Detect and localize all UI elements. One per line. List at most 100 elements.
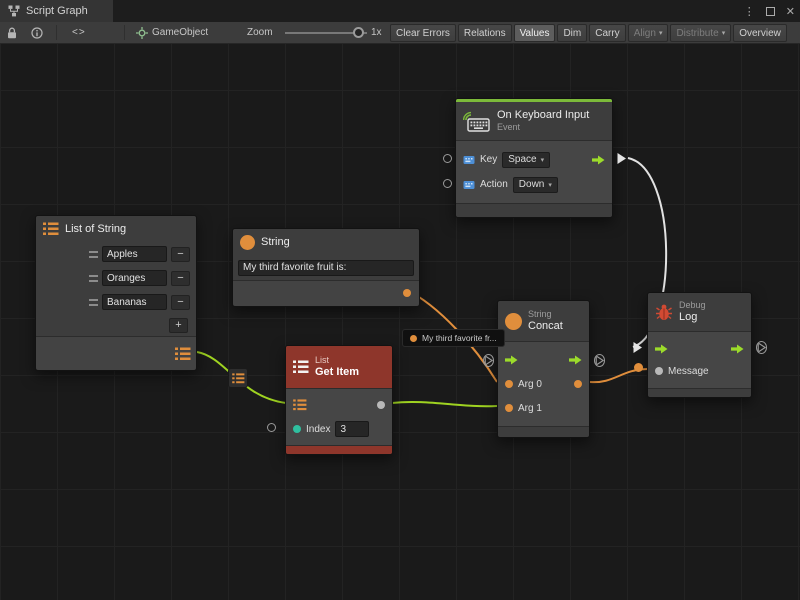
- result-output-port[interactable]: [574, 380, 582, 388]
- node-get-item[interactable]: List Get Item Index: [285, 345, 393, 455]
- flow-output-port[interactable]: [592, 155, 605, 165]
- clear-errors-button[interactable]: Clear Errors: [390, 24, 456, 42]
- list-port-row: [286, 393, 392, 417]
- lock-button[interactable]: [7, 22, 17, 43]
- list-icon: [232, 373, 245, 384]
- message-input-port[interactable]: [655, 367, 663, 375]
- index-row: Index: [286, 417, 392, 441]
- list-item-input[interactable]: [102, 294, 167, 310]
- info-button[interactable]: [31, 22, 43, 43]
- action-dropdown-value: Down: [519, 179, 545, 190]
- node-port-row: [36, 336, 196, 370]
- list-item-input[interactable]: [102, 246, 167, 262]
- flow-output-port[interactable]: [731, 344, 744, 354]
- dim-button[interactable]: Dim: [557, 24, 587, 42]
- node-list-of-string[interactable]: List of String − − − +: [35, 215, 197, 371]
- tab-script-graph[interactable]: Script Graph: [0, 0, 113, 22]
- index-label: Index: [306, 424, 330, 435]
- string-value-row: [233, 255, 419, 280]
- relations-button[interactable]: Relations: [458, 24, 512, 42]
- carry-button[interactable]: Carry: [589, 24, 625, 42]
- node-header: List of String: [36, 216, 196, 242]
- window-restore-icon[interactable]: [766, 7, 775, 16]
- connected-flow-triangle: [632, 341, 643, 354]
- values-button[interactable]: Values: [514, 24, 556, 42]
- string-type-icon: [505, 313, 522, 330]
- node-on-keyboard-input[interactable]: On Keyboard Input Event Key Space ▾ Acti…: [455, 98, 613, 218]
- key-unconnected-port[interactable]: [443, 154, 452, 163]
- remove-item-button[interactable]: −: [171, 295, 190, 310]
- zoom-slider-handle[interactable]: [353, 27, 364, 38]
- index-unconnected-port[interactable]: [267, 423, 276, 432]
- list-icon: [293, 360, 309, 374]
- action-dropdown[interactable]: Down ▾: [513, 177, 558, 193]
- arg0-label: Arg 0: [518, 379, 542, 390]
- node-concat[interactable]: String Concat Arg 0 Arg 1: [497, 300, 590, 438]
- key-dropdown[interactable]: Space ▾: [502, 152, 550, 168]
- flow-output-port[interactable]: [569, 355, 582, 365]
- remove-item-button[interactable]: −: [171, 247, 190, 262]
- flow-input-port[interactable]: [505, 355, 518, 365]
- toolbar-separator: [124, 25, 125, 40]
- string-value-preview: My third favorite fr...: [402, 329, 505, 347]
- code-view-button[interactable]: <>: [72, 22, 86, 43]
- node-category: String: [528, 309, 563, 320]
- gameobject-icon: [136, 22, 148, 43]
- list-item-row: −: [36, 242, 196, 266]
- item-output-port[interactable]: [377, 401, 385, 409]
- flow-row: [648, 338, 751, 360]
- align-button: Align▾: [628, 24, 669, 42]
- key-port-label: Key: [480, 154, 497, 165]
- index-port[interactable]: [293, 425, 301, 433]
- flow-row: [498, 348, 589, 372]
- action-row: Action Down ▾: [456, 172, 612, 197]
- toolbar-separator: [56, 25, 57, 40]
- string-value-dot: [410, 335, 417, 342]
- add-item-button[interactable]: +: [169, 318, 188, 333]
- action-unconnected-port[interactable]: [443, 179, 452, 188]
- key-dropdown-value: Space: [508, 154, 536, 165]
- string-output-port[interactable]: [403, 289, 411, 297]
- node-log[interactable]: Debug Log Message: [647, 292, 752, 398]
- node-header: On Keyboard Input Event: [456, 102, 612, 140]
- node-footer: [286, 446, 392, 454]
- list-input-port[interactable]: [293, 399, 307, 411]
- list-item-input[interactable]: [102, 270, 167, 286]
- drag-handle-icon[interactable]: [89, 275, 98, 282]
- list-icon: [43, 222, 59, 236]
- add-item-row: +: [36, 314, 196, 336]
- window-menu-icon[interactable]: ⋮: [744, 5, 755, 18]
- key-type-icon: [463, 155, 475, 165]
- node-title: On Keyboard Input: [497, 109, 589, 122]
- info-icon: [31, 27, 43, 39]
- drag-handle-icon[interactable]: [89, 299, 98, 306]
- drag-handle-icon[interactable]: [89, 251, 98, 258]
- flow-input-port[interactable]: [655, 344, 668, 354]
- breadcrumb[interactable]: GameObject: [152, 22, 208, 43]
- distribute-button: Distribute▾: [670, 24, 731, 42]
- message-row: Message: [648, 360, 751, 382]
- node-string-literal[interactable]: String: [232, 228, 420, 307]
- list-output-port[interactable]: [175, 347, 191, 361]
- node-header: String: [233, 229, 419, 255]
- arg0-input-port[interactable]: [505, 380, 513, 388]
- concat-value-dot: [634, 363, 643, 372]
- remove-item-button[interactable]: −: [171, 271, 190, 286]
- overview-button[interactable]: Overview: [733, 24, 787, 42]
- zoom-value: 1x: [371, 22, 382, 43]
- node-header: String Concat: [498, 301, 589, 341]
- node-title: Log: [679, 311, 706, 324]
- list-item-row: −: [36, 266, 196, 290]
- unconnected-flow-triangle: [483, 354, 494, 367]
- window-close-icon[interactable]: ✕: [786, 5, 795, 18]
- index-input[interactable]: [335, 421, 369, 437]
- node-title: Concat: [528, 320, 563, 333]
- unconnected-flow-triangle: [756, 341, 767, 354]
- string-value-input[interactable]: [238, 260, 414, 276]
- node-footer: [456, 204, 612, 217]
- caret-icon: ▾: [541, 156, 545, 164]
- node-category: List: [315, 355, 359, 366]
- arg1-input-port[interactable]: [505, 404, 513, 412]
- graph-toolbar: <> GameObject Zoom 1x Clear Errors Relat…: [0, 22, 800, 44]
- node-footer: [498, 427, 589, 437]
